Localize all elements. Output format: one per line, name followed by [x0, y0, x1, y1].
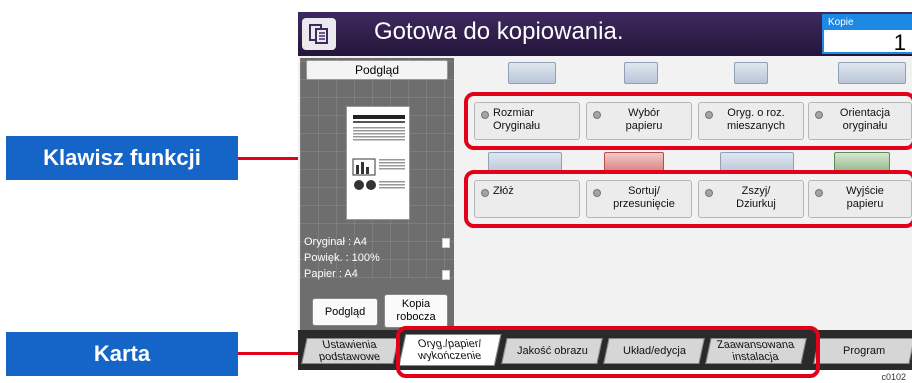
sort-offset-key-line2: przesunięcie	[613, 198, 675, 210]
key-indicator-icon	[815, 189, 823, 197]
copies-value: 1	[893, 30, 906, 55]
paper-selection-key[interactable]: Wybór papieru	[586, 102, 692, 140]
original-size-info: Oryginał : A4	[304, 236, 367, 248]
tab-basic-settings-label: Ustawienia podstawowe	[318, 339, 382, 363]
key-indicator-icon	[481, 111, 489, 119]
original-size-function-icon	[508, 62, 556, 84]
function-key-callout: Klawisz funkcji	[6, 136, 238, 180]
original-size-icon	[442, 238, 450, 248]
zoom-info: Powięk. : 100%	[304, 252, 380, 264]
original-orientation-key-line1: Orientacja	[839, 107, 891, 119]
draft-copy-label-line2: robocza	[396, 311, 436, 323]
paper-selection-function-icon	[624, 62, 658, 84]
orientation-function-icon	[838, 62, 906, 84]
preview-button-label: Podgląd	[324, 305, 366, 318]
mixed-originals-key-line2: mieszanych	[726, 120, 786, 132]
staple-punch-key-line1: Zszyj/	[741, 185, 771, 197]
fold-key-line1: Złóż	[493, 185, 514, 197]
function-key-callout-label: Klawisz funkcji	[43, 145, 201, 170]
copies-field[interactable]: Kopie 1	[822, 14, 912, 55]
sort-offset-key[interactable]: Sortuj/ przesunięcie	[586, 180, 692, 218]
sort-offset-key-line1: Sortuj/	[628, 185, 660, 197]
preview-panel: Podgląd Oryginał: A4 Powięk.: 100% Pap…	[300, 58, 454, 330]
key-indicator-icon	[593, 189, 601, 197]
key-indicator-icon	[815, 111, 823, 119]
paper-size-info: Papier : A4	[304, 268, 358, 280]
mixed-originals-key[interactable]: Oryg. o roz. mieszanych	[698, 102, 804, 140]
paper-selection-key-line2: papieru	[625, 120, 663, 132]
key-indicator-icon	[593, 111, 601, 119]
tab-program[interactable]: Program	[813, 338, 912, 364]
original-size-key-line2: Oryginału	[493, 120, 541, 132]
copies-label: Kopie	[824, 16, 912, 30]
tab-basic-settings[interactable]: Ustawienia podstawowe	[301, 338, 399, 364]
paper-output-key-line2: papieru	[846, 198, 884, 210]
tab-callout: Karta	[6, 332, 238, 376]
draft-copy-label-line1: Kopia	[401, 298, 431, 310]
document-thumbnail	[346, 106, 410, 220]
original-orientation-key[interactable]: Orientacja oryginału	[808, 102, 912, 140]
fold-key[interactable]: Złóż	[474, 180, 580, 218]
paper-output-key[interactable]: Wyjście papieru	[808, 180, 912, 218]
key-indicator-icon	[481, 189, 489, 197]
staple-punch-key-line2: Dziurkuj	[736, 198, 776, 210]
figure-code: c0102	[881, 372, 906, 382]
tab-program-label: Program	[842, 345, 886, 357]
draft-copy-button[interactable]: Kopia robocza	[384, 294, 448, 328]
preview-button[interactable]: Podgląd	[312, 298, 378, 326]
status-message: Gotowa do kopiowania.	[374, 18, 624, 45]
copy-mode-icon	[302, 18, 336, 50]
paper-selection-key-line1: Wybór	[628, 107, 660, 119]
paper-output-key-line1: Wyjście	[846, 185, 884, 197]
mixed-originals-function-icon	[734, 62, 768, 84]
status-header: Gotowa do kopiowania. Kopie 1	[298, 12, 912, 56]
key-indicator-icon	[705, 111, 713, 119]
original-orientation-key-line2: oryginału	[842, 120, 888, 132]
tab-row-highlight	[396, 326, 820, 378]
preview-title: Podgląd	[306, 60, 448, 80]
key-indicator-icon	[705, 189, 713, 197]
staple-punch-key[interactable]: Zszyj/ Dziurkuj	[698, 180, 804, 218]
original-size-key[interactable]: Rozmiar Oryginału	[474, 102, 580, 140]
original-size-key-line1: Rozmiar	[493, 107, 534, 119]
mixed-originals-key-line1: Oryg. o roz.	[727, 107, 785, 119]
paper-size-icon	[442, 270, 450, 280]
tab-callout-label: Karta	[93, 341, 151, 366]
copier-screen: Gotowa do kopiowania. Kopie 1 Podgląd Or…	[298, 12, 912, 370]
